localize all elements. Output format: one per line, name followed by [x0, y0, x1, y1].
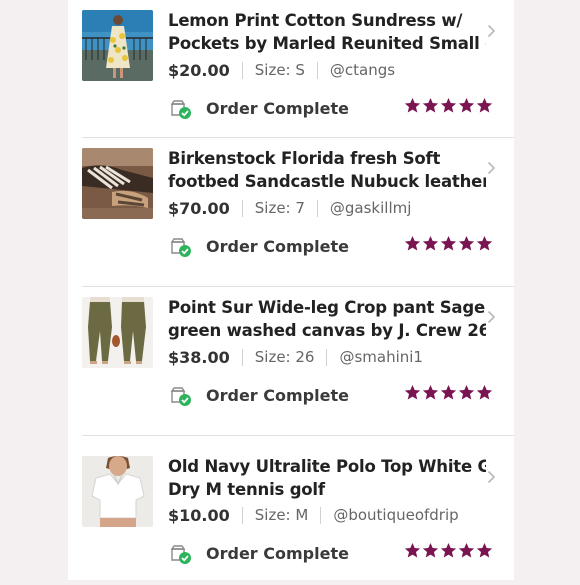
- order-item[interactable]: Birkenstock Florida fresh Soft footbed S…: [68, 138, 514, 287]
- divider: [241, 506, 243, 524]
- chevron-right-icon[interactable]: [487, 24, 496, 38]
- product-title[interactable]: Birkenstock Florida fresh Soft footbed S…: [168, 147, 486, 193]
- price: $70.00: [168, 198, 230, 218]
- star-icon: [422, 385, 439, 400]
- divider: [241, 199, 243, 217]
- star-icon: [440, 98, 457, 113]
- title-line: Birkenstock Florida fresh Soft: [168, 149, 441, 168]
- rating-stars: [404, 235, 493, 252]
- title-line: Lemon Print Cotton Sundress w/: [168, 11, 463, 30]
- price: $38.00: [168, 347, 230, 367]
- order-status-row: Order Complete: [168, 384, 498, 410]
- order-list: Lemon Print Cotton Sundress w/ Pockets b…: [68, 0, 514, 580]
- rating-stars: [404, 384, 493, 401]
- title-line: Pockets by Marled Reunited Small c...: [168, 34, 486, 53]
- size: Size: 7: [254, 199, 305, 217]
- order-item[interactable]: Old Navy Ultralite Polo Top White Go Dry…: [68, 436, 514, 585]
- star-icon: [422, 98, 439, 113]
- order-complete-icon: [170, 238, 191, 257]
- product-thumbnail[interactable]: [82, 297, 153, 368]
- order-meta: $20.00 Size: S @ctangs: [168, 59, 395, 81]
- star-icon: [476, 236, 493, 251]
- title-line: Dry M tennis golf: [168, 480, 325, 499]
- order-item[interactable]: Lemon Print Cotton Sundress w/ Pockets b…: [68, 0, 514, 138]
- chevron-right-icon[interactable]: [487, 470, 496, 484]
- size: Size: S: [254, 61, 305, 79]
- order-status-row: Order Complete: [168, 235, 498, 261]
- order-status-row: Order Complete: [168, 542, 498, 568]
- title-line: Point Sur Wide-leg Crop pant Sage: [168, 298, 485, 317]
- seller-username[interactable]: @ctangs: [330, 61, 395, 79]
- order-meta: $10.00 Size: M @boutiqueofdrip: [168, 504, 459, 526]
- product-thumbnail[interactable]: [82, 148, 153, 219]
- rating-stars: [404, 542, 493, 559]
- chevron-right-icon[interactable]: [487, 161, 496, 175]
- title-line: green washed canvas by J. Crew 26 2: [168, 321, 486, 340]
- price: $20.00: [168, 60, 230, 80]
- star-icon: [458, 543, 475, 558]
- divider: [241, 348, 243, 366]
- chevron-right-icon[interactable]: [487, 310, 496, 324]
- product-title[interactable]: Old Navy Ultralite Polo Top White Go Dry…: [168, 455, 486, 501]
- seller-username[interactable]: @boutiqueofdrip: [333, 506, 458, 524]
- star-icon: [422, 236, 439, 251]
- star-icon: [458, 236, 475, 251]
- price: $10.00: [168, 505, 230, 525]
- star-icon: [476, 385, 493, 400]
- divider: [316, 61, 318, 79]
- title-line: Old Navy Ultralite Polo Top White Go: [168, 457, 486, 476]
- order-meta: $70.00 Size: 7 @gaskillmj: [168, 197, 411, 219]
- product-thumbnail[interactable]: [82, 456, 153, 527]
- size: Size: 26: [254, 348, 315, 366]
- order-status-label: Order Complete: [206, 99, 349, 118]
- product-thumbnail[interactable]: [82, 10, 153, 81]
- star-icon: [440, 543, 457, 558]
- order-status-label: Order Complete: [206, 544, 349, 563]
- title-line: footbed Sandcastle Nubuck leather...: [168, 172, 486, 191]
- divider: [241, 61, 243, 79]
- order-item[interactable]: Point Sur Wide-leg Crop pant Sage green …: [68, 287, 514, 436]
- rating-stars: [404, 97, 493, 114]
- order-meta: $38.00 Size: 26 @smahini1: [168, 346, 423, 368]
- star-icon: [440, 236, 457, 251]
- star-icon: [404, 98, 421, 113]
- seller-username[interactable]: @smahini1: [339, 348, 423, 366]
- star-icon: [404, 543, 421, 558]
- divider: [326, 348, 328, 366]
- seller-username[interactable]: @gaskillmj: [330, 199, 412, 217]
- divider: [320, 506, 322, 524]
- order-status-label: Order Complete: [206, 237, 349, 256]
- order-complete-icon: [170, 100, 191, 119]
- product-title[interactable]: Point Sur Wide-leg Crop pant Sage green …: [168, 296, 486, 342]
- star-icon: [404, 385, 421, 400]
- star-icon: [422, 543, 439, 558]
- order-complete-icon: [170, 387, 191, 406]
- order-status-label: Order Complete: [206, 386, 349, 405]
- star-icon: [476, 98, 493, 113]
- order-complete-icon: [170, 545, 191, 564]
- star-icon: [440, 385, 457, 400]
- star-icon: [458, 385, 475, 400]
- star-icon: [476, 543, 493, 558]
- star-icon: [404, 236, 421, 251]
- size: Size: M: [254, 506, 309, 524]
- divider: [316, 199, 318, 217]
- star-icon: [458, 98, 475, 113]
- order-status-row: Order Complete: [168, 97, 498, 123]
- product-title[interactable]: Lemon Print Cotton Sundress w/ Pockets b…: [168, 9, 486, 55]
